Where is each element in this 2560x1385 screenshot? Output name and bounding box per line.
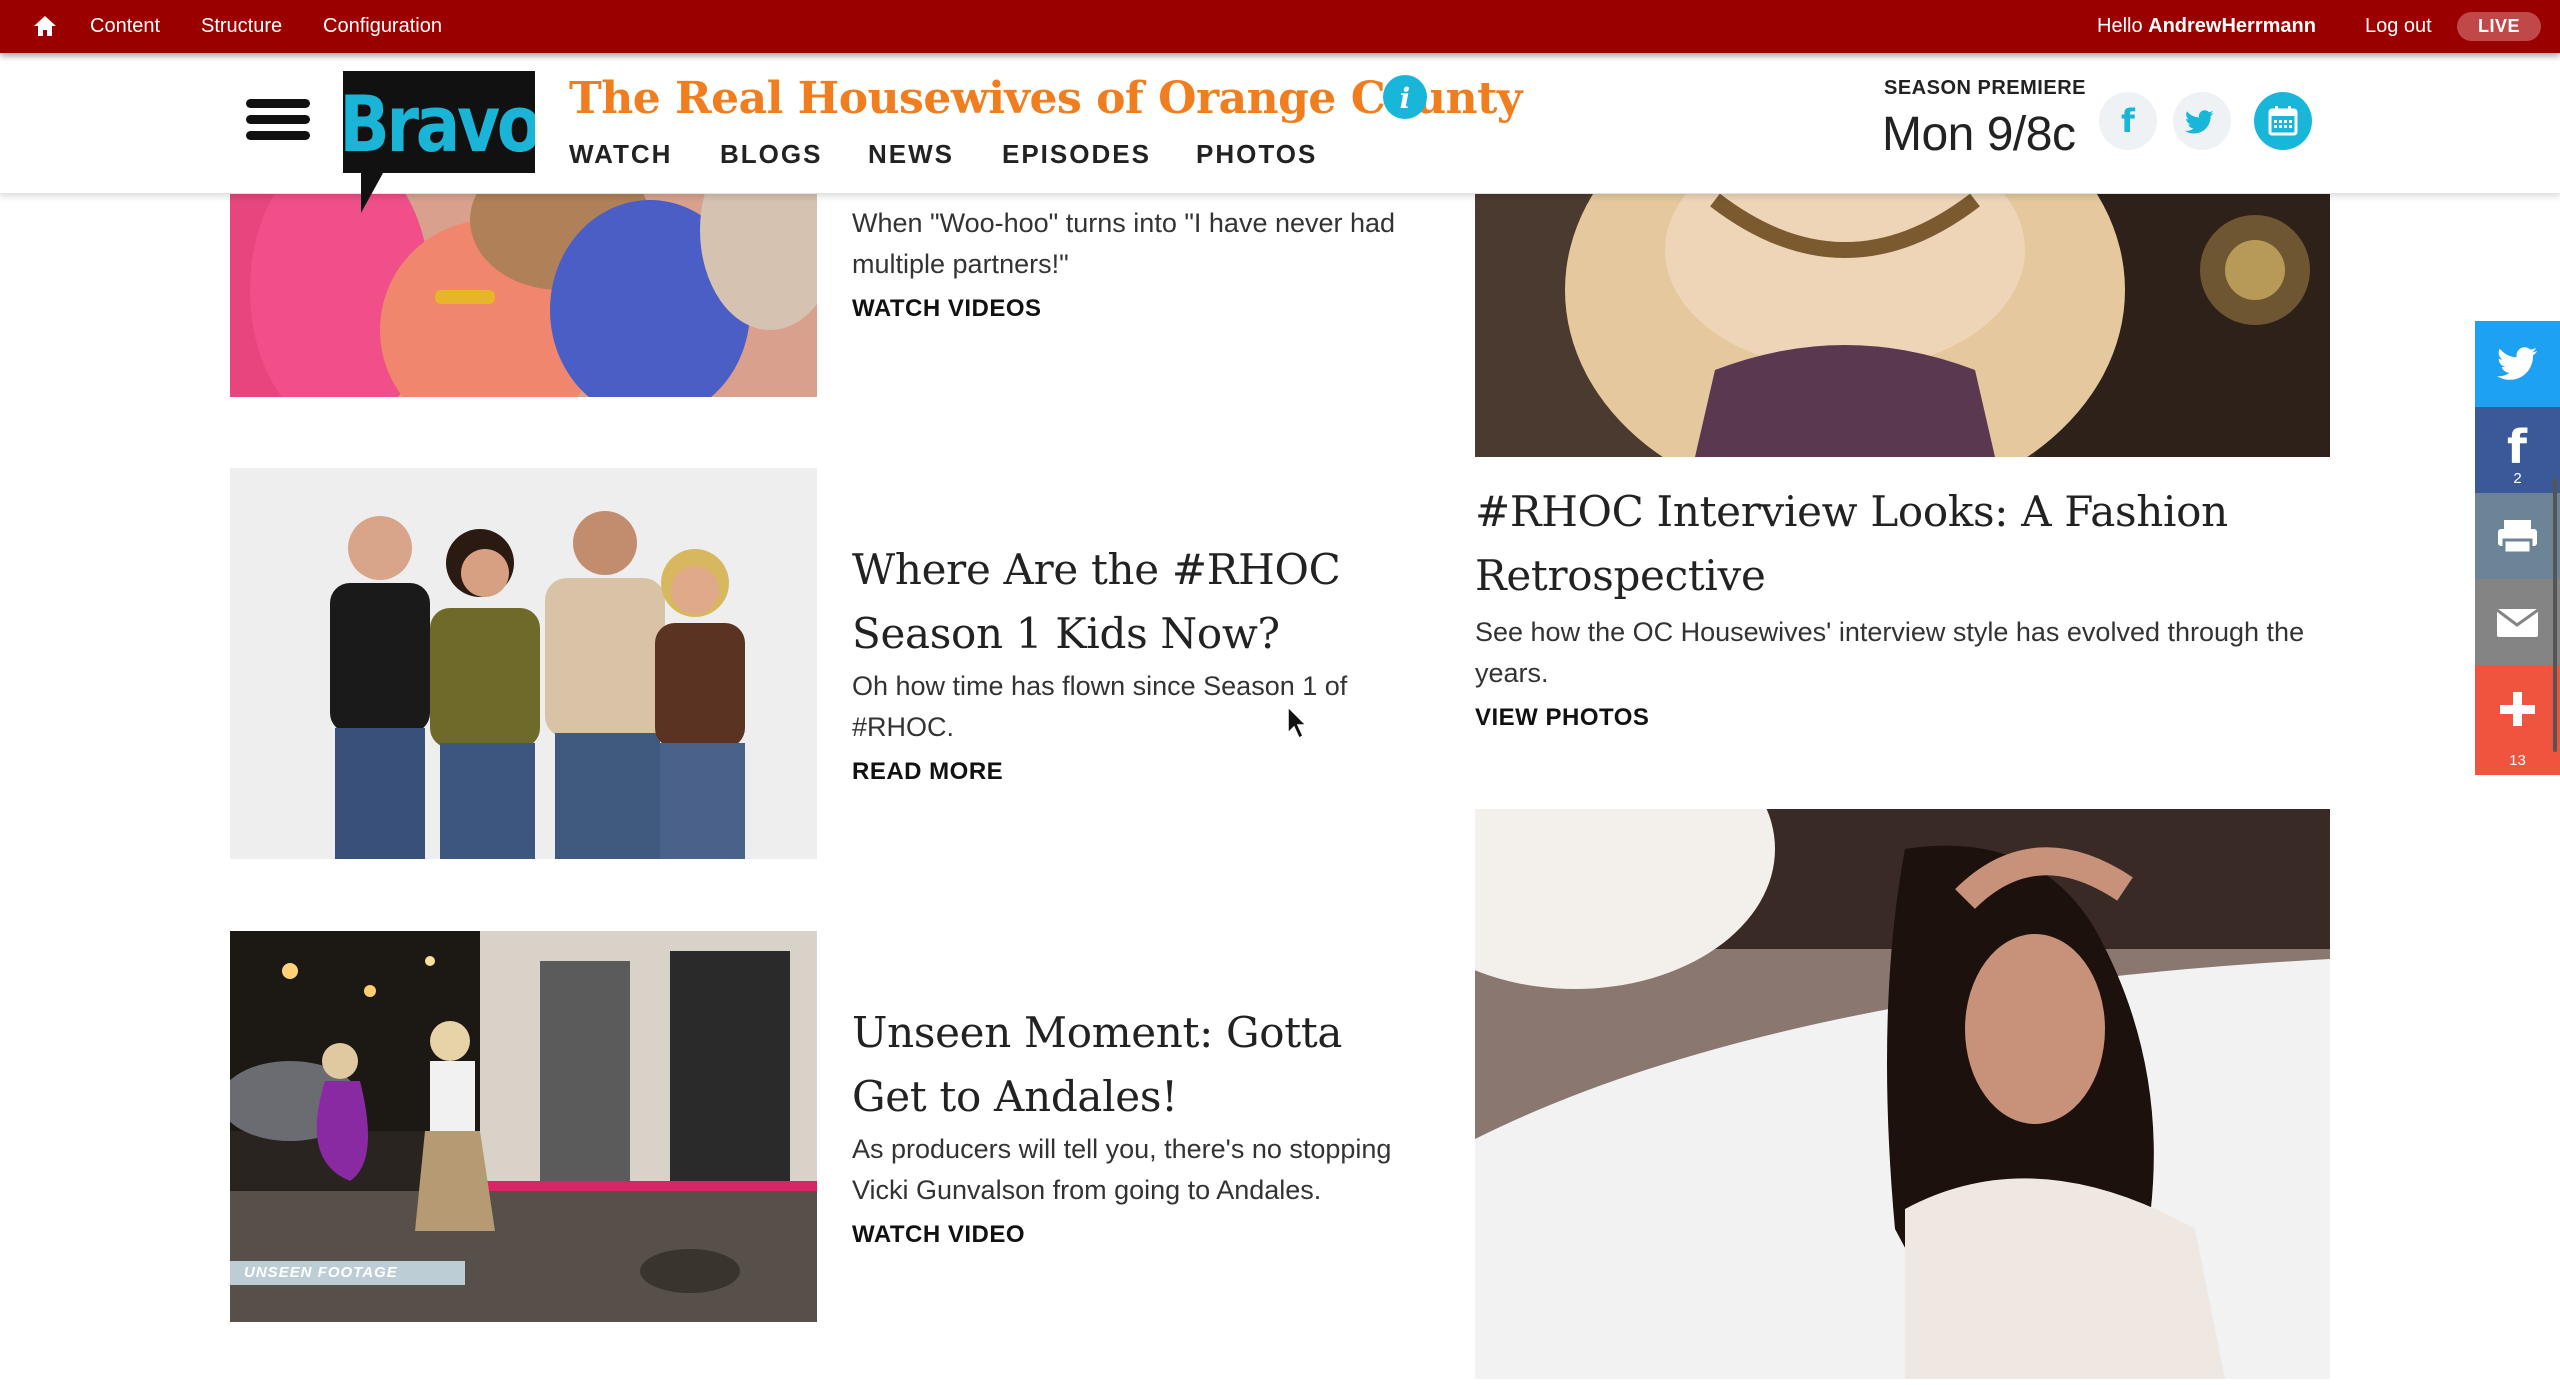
story-image	[230, 468, 817, 859]
story-description: Oh how time has flown since Season 1 of …	[852, 671, 1348, 742]
greeting-text: Hello	[2097, 15, 2143, 37]
calendar-button[interactable]	[2254, 92, 2312, 150]
twitter-follow-button[interactable]	[2173, 92, 2231, 150]
story-cta-read-more[interactable]: READ MORE	[852, 758, 1003, 786]
story-description: As producers will tell you, there's no s…	[852, 1134, 1392, 1205]
story-description: When "Woo-hoo" turns into "I have never …	[852, 208, 1396, 279]
user-greeting: Hello AndrewHerrmann	[2097, 15, 2316, 38]
svg-text:f: f	[2507, 420, 2528, 474]
mouse-cursor-icon	[1287, 705, 1308, 740]
facebook-share-count: 2	[2513, 470, 2522, 487]
calendar-icon	[2268, 106, 2298, 136]
svg-text:f: f	[2121, 102, 2136, 140]
logout-link[interactable]: Log out	[2365, 15, 2432, 38]
print-icon	[2498, 520, 2537, 555]
nav-watch[interactable]: WATCH	[569, 139, 672, 170]
share-print-button[interactable]	[2475, 493, 2560, 579]
story-description: See how the OC Housewives' interview sty…	[1475, 617, 2305, 688]
menu-icon[interactable]	[246, 99, 310, 149]
admin-toolbar: Content Structure Configuration Hello An…	[0, 0, 2560, 53]
share-more-button[interactable]: 13	[2475, 665, 2560, 775]
nav-photos[interactable]: PHOTOS	[1196, 139, 1317, 170]
unseen-footage-caption: UNSEEN FOOTAGE	[244, 1264, 398, 1281]
svg-text:Bravo: Bravo	[343, 80, 535, 171]
nav-news[interactable]: NEWS	[868, 139, 954, 170]
twitter-icon	[2497, 347, 2538, 380]
share-facebook-button[interactable]: f 2	[2475, 407, 2560, 493]
twitter-icon	[2184, 110, 2214, 134]
show-title[interactable]: The Real Housewives of Orange County	[569, 73, 1523, 124]
featured-image[interactable]	[1475, 809, 2330, 1379]
story-title[interactable]: Unseen Moment: Gotta Get to Andales!	[852, 1001, 1412, 1129]
story-thumbnail-fashion-retrospective[interactable]	[1475, 170, 2330, 457]
admin-link-content[interactable]: Content	[90, 15, 160, 38]
share-email-button[interactable]	[2475, 579, 2560, 665]
story-title[interactable]: Where Are the #RHOC Season 1 Kids Now?	[852, 538, 1412, 666]
site-header: Bravo The Real Housewives of Orange Coun…	[0, 53, 2560, 213]
story-cta-watch-video[interactable]: WATCH VIDEO	[852, 1221, 1025, 1249]
share-rail-scrollbar[interactable]	[2553, 478, 2557, 752]
story-thumbnail-andales[interactable]: UNSEEN FOOTAGE	[230, 931, 817, 1322]
story-title[interactable]: #RHOC Interview Looks: A Fashion Retrosp…	[1475, 480, 2335, 608]
admin-link-configuration[interactable]: Configuration	[323, 15, 442, 38]
story-cta-watch-videos[interactable]: WATCH VIDEOS	[852, 295, 1042, 323]
plus-icon	[2500, 692, 2535, 726]
story-image	[1475, 170, 2330, 457]
facebook-follow-button[interactable]: f	[2099, 92, 2157, 150]
nav-episodes[interactable]: EPISODES	[1002, 139, 1151, 170]
featured-photo	[1475, 809, 2330, 1379]
facebook-icon: f	[2121, 102, 2136, 140]
email-icon	[2496, 608, 2539, 637]
admin-link-structure[interactable]: Structure	[201, 15, 282, 38]
story-cta-view-photos[interactable]: VIEW PHOTOS	[1475, 704, 1649, 732]
username-link[interactable]: AndrewHerrmann	[2148, 15, 2316, 37]
home-icon[interactable]	[30, 11, 60, 41]
more-share-count: 13	[2509, 752, 2526, 769]
live-badge[interactable]: LIVE	[2457, 12, 2541, 41]
bravo-logo[interactable]: Bravo	[343, 71, 535, 213]
svg-text:i: i	[1400, 82, 1411, 115]
share-twitter-button[interactable]	[2475, 321, 2560, 407]
season-premiere-label: SEASON PREMIERE	[1884, 77, 2086, 99]
nav-blogs[interactable]: BLOGS	[720, 139, 822, 170]
info-icon[interactable]: i	[1383, 75, 1427, 119]
story-thumbnail-season1-kids[interactable]	[230, 468, 817, 859]
premiere-time: Mon 9/8c	[1882, 108, 2076, 161]
